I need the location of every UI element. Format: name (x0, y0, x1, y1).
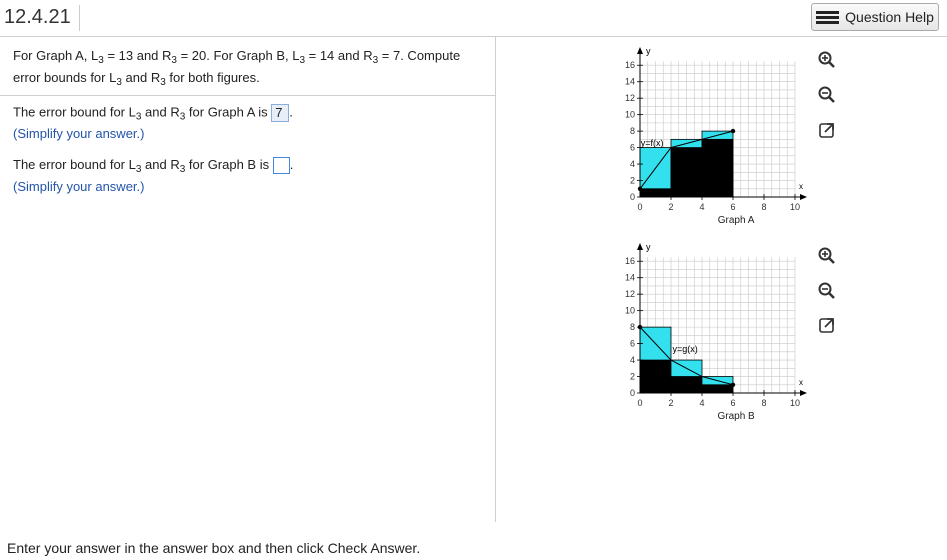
x-axis-arrow (800, 194, 807, 200)
graph-a: y x 16 14 12 10 8 6 4 2 00 2 4 6 8 10 y=f(x) Graph A (625, 47, 807, 226)
y-tick-label: 4 (630, 159, 635, 169)
x-tick-label: 10 (790, 398, 800, 408)
x-tick-label: 6 (730, 202, 735, 212)
zoom-in-icon[interactable] (818, 247, 836, 265)
x-axis-arrow (800, 390, 807, 396)
zoom-out-icon[interactable] (818, 86, 836, 104)
graph-caption: Graph A (718, 215, 755, 226)
lower-rectangle (639, 359, 672, 394)
y-tick-label: 16 (625, 256, 635, 266)
y-tick-label: 0 (630, 388, 635, 398)
y-axis-arrow (637, 47, 643, 54)
panel-divider (495, 36, 496, 522)
y-tick-label: 8 (630, 322, 635, 332)
answer-b-line: The error bound for L3 and R3 for Graph … (13, 157, 294, 175)
y-axis-label: y (646, 243, 651, 252)
y-tick-label: 8 (630, 126, 635, 136)
x-tick-label: 6 (730, 398, 735, 408)
popout-icon[interactable] (818, 121, 836, 139)
answer-a-field[interactable]: 7 (271, 104, 290, 122)
question-number: 12.4.21 (4, 5, 80, 31)
zoom-out-icon[interactable] (818, 282, 836, 300)
lower-rectangle (639, 188, 672, 198)
x-tick-label: 2 (668, 202, 673, 212)
y-tick-label: 6 (630, 143, 635, 153)
y-tick-label: 4 (630, 355, 635, 365)
y-tick-label: 10 (625, 110, 635, 120)
y-tick-label: 2 (630, 176, 635, 186)
lower-rectangle (670, 147, 703, 198)
x-axis-label: x (799, 182, 803, 191)
question-help-button[interactable]: Question Help (811, 3, 939, 31)
graph-caption: Graph B (717, 411, 755, 422)
x-tick-label: 4 (699, 398, 704, 408)
x-tick-label: 0 (637, 202, 642, 212)
function-label: y=g(x) (673, 344, 698, 354)
y-tick-label: 10 (625, 306, 635, 316)
lower-rectangle (670, 376, 703, 394)
lower-rectangle (701, 384, 734, 394)
zoom-in-icon[interactable] (818, 51, 836, 69)
y-tick-label: 12 (625, 93, 635, 103)
endpoint-dot (730, 382, 736, 387)
x-tick-label: 10 (790, 202, 800, 212)
x-tick-label: 0 (637, 398, 642, 408)
question-help-label: Question Help (845, 9, 934, 25)
x-tick-label: 8 (761, 202, 766, 212)
y-axis-arrow (637, 243, 643, 250)
lower-rectangle (701, 138, 734, 198)
answer-b-hint: (Simplify your answer.) (13, 179, 145, 194)
graph-b: y x 16 14 12 10 8 6 4 2 00 2 4 6 8 10 y=g(x) Graph B (625, 243, 807, 422)
header-bar: 12.4.21 Question Help (0, 0, 947, 37)
answer-a-line: The error bound for L3 and R3 for Graph … (13, 104, 293, 123)
function-label: y=f(x) (641, 138, 664, 148)
x-axis-label: x (799, 378, 803, 387)
list-icon (816, 10, 840, 24)
y-axis-label: y (646, 47, 651, 56)
answer-a-hint: (Simplify your answer.) (13, 126, 145, 141)
y-tick-label: 14 (625, 273, 635, 283)
divider (0, 95, 495, 96)
answer-b-input[interactable] (272, 157, 290, 175)
y-tick-label: 14 (625, 77, 635, 87)
x-tick-label: 4 (699, 202, 704, 212)
x-tick-label: 8 (761, 398, 766, 408)
y-tick-label: 2 (630, 372, 635, 382)
problem-statement: For Graph A, L3 = 13 and R3 = 20. For Gr… (13, 48, 461, 88)
endpoint-dot (730, 128, 736, 134)
y-tick-label: 12 (625, 289, 635, 299)
popout-icon[interactable] (818, 316, 836, 334)
x-tick-label: 2 (668, 398, 673, 408)
y-tick-label: 16 (625, 60, 635, 70)
y-tick-label: 6 (630, 339, 635, 349)
footer-instruction: Enter your answer in the answer box and … (7, 540, 421, 556)
y-tick-label: 0 (630, 192, 635, 202)
